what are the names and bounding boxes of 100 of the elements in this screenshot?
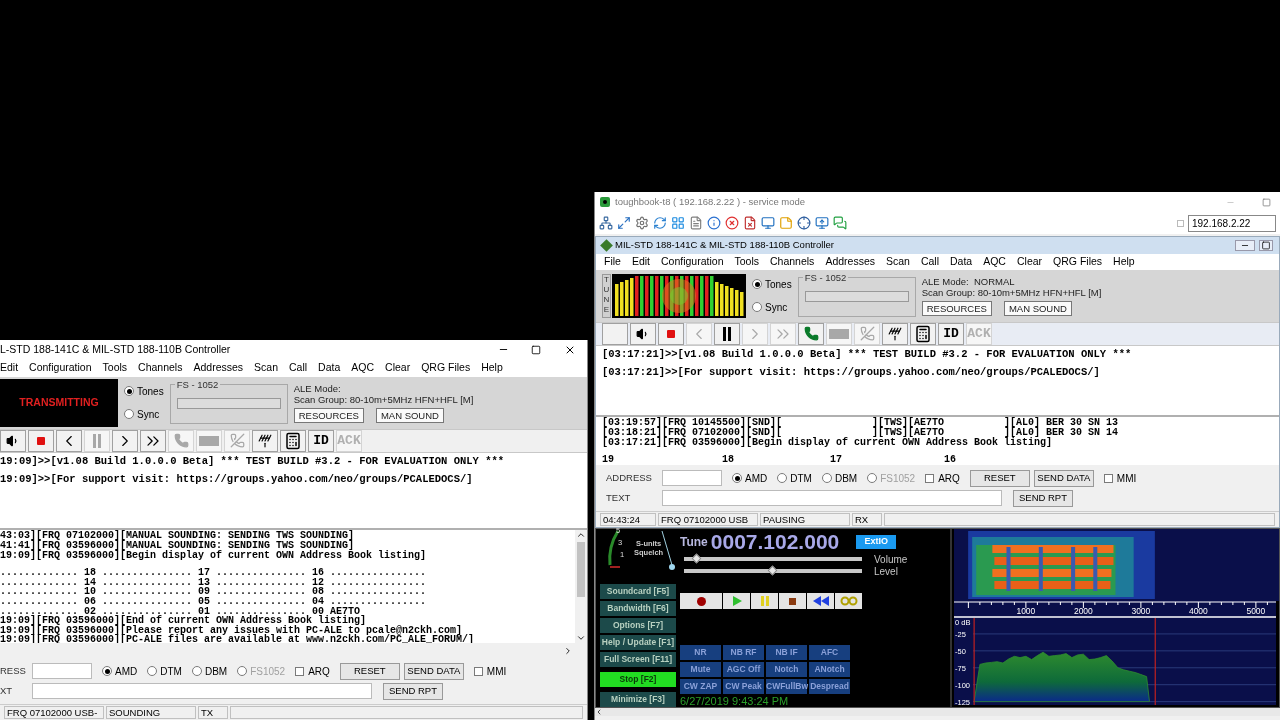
- transport-button[interactable]: [779, 593, 806, 609]
- horizontal-scrollbar[interactable]: [595, 708, 1280, 716]
- scroll-left-icon[interactable]: [595, 708, 603, 716]
- menu-item[interactable]: Help: [481, 360, 503, 376]
- resources-button[interactable]: RESOURCES: [921, 300, 992, 316]
- radio-option[interactable]: DTM: [777, 470, 812, 486]
- dsp-button[interactable]: AGC Off: [723, 662, 764, 677]
- toolbar-button[interactable]: [910, 322, 936, 345]
- send-rpt-button[interactable]: SEND RPT: [383, 682, 443, 700]
- maximize-icon[interactable]: [1259, 240, 1273, 251]
- send-data-button[interactable]: SEND DATA: [1033, 469, 1094, 487]
- vertical-scrollbar[interactable]: [575, 530, 587, 644]
- file-delete-icon[interactable]: [743, 216, 757, 230]
- crosshair-icon[interactable]: [797, 216, 811, 230]
- radio-option[interactable]: DBM: [191, 663, 228, 679]
- checkbox[interactable]: ARQ: [925, 470, 960, 486]
- menu-item[interactable]: Addresses: [825, 254, 875, 270]
- side-button[interactable]: Full Screen [F11]: [600, 652, 676, 667]
- monitor-icon[interactable]: [761, 216, 775, 230]
- toolbar-button[interactable]: ID: [938, 322, 964, 345]
- menu-item[interactable]: Channels: [770, 254, 815, 270]
- checkbox[interactable]: MMI: [473, 663, 507, 679]
- dsp-button[interactable]: NR: [680, 645, 721, 660]
- menu-item[interactable]: Configuration: [661, 254, 724, 270]
- side-button[interactable]: Stop [F2]: [600, 672, 676, 687]
- menu-item[interactable]: Edit: [631, 254, 650, 270]
- toolbar-button[interactable]: [140, 429, 166, 452]
- transport-button[interactable]: [680, 593, 722, 609]
- address-field[interactable]: 192.168.2.22: [1188, 214, 1276, 232]
- menu-item[interactable]: Scan: [254, 360, 278, 376]
- side-button[interactable]: Help / Update [F1]: [600, 635, 676, 650]
- menu-item[interactable]: Configuration: [29, 360, 92, 376]
- side-button[interactable]: Bandwidth [F6]: [600, 601, 676, 616]
- man-sound-button[interactable]: MAN SOUND: [1003, 300, 1072, 316]
- radio-option[interactable]: AMD: [102, 663, 138, 679]
- toolbar-button[interactable]: [882, 322, 908, 345]
- menu-item[interactable]: QRG Files: [1053, 254, 1103, 270]
- toolbar-button[interactable]: [630, 322, 656, 345]
- maximize-icon[interactable]: [531, 344, 541, 355]
- dsp-button[interactable]: AFC: [809, 645, 850, 660]
- dsp-button[interactable]: CW Peak: [723, 679, 764, 694]
- menu-item[interactable]: Help: [1113, 254, 1135, 270]
- reset-button[interactable]: RESET: [339, 662, 400, 680]
- menu-item[interactable]: Addresses: [193, 360, 244, 376]
- chat-icon[interactable]: [833, 216, 847, 230]
- refresh-icon[interactable]: [653, 216, 667, 230]
- toolbar-button[interactable]: [112, 429, 138, 452]
- radio-option[interactable]: Tones: [124, 383, 164, 399]
- dsp-button[interactable]: Despread: [809, 679, 850, 694]
- dsp-button[interactable]: CW ZAP: [680, 679, 721, 694]
- radio-option[interactable]: Tones: [752, 276, 792, 292]
- toolbar-button[interactable]: [252, 429, 278, 452]
- info-icon[interactable]: [707, 216, 721, 230]
- menu-item[interactable]: Call: [920, 254, 939, 270]
- side-button[interactable]: Options [F7]: [600, 618, 676, 633]
- close-circle-icon[interactable]: [725, 216, 739, 230]
- scroll-right-icon[interactable]: [563, 645, 573, 656]
- checkbox[interactable]: ARQ: [295, 663, 330, 679]
- network-icon[interactable]: [599, 216, 613, 230]
- menu-item[interactable]: Clear: [385, 360, 411, 376]
- menu-item[interactable]: Data: [318, 360, 341, 376]
- menu-item[interactable]: Scan: [886, 254, 910, 270]
- radio-option[interactable]: AMD: [732, 470, 768, 486]
- address-field[interactable]: [32, 663, 92, 680]
- menu-item[interactable]: Tools: [734, 254, 759, 270]
- menu-item[interactable]: Call: [289, 360, 308, 376]
- text-field[interactable]: [32, 683, 372, 700]
- transport-button[interactable]: [807, 593, 834, 609]
- slider-thumb[interactable]: [767, 565, 778, 576]
- radio-option[interactable]: Sync: [752, 299, 792, 315]
- menu-item[interactable]: Data: [950, 254, 973, 270]
- toolbar-button[interactable]: [0, 429, 26, 452]
- resources-button[interactable]: RESOURCES: [293, 407, 364, 423]
- send-data-button[interactable]: SEND DATA: [403, 662, 464, 680]
- menu-item[interactable]: QRG Files: [421, 360, 471, 376]
- fullscreen-icon[interactable]: [617, 216, 631, 230]
- windows-grid-icon[interactable]: [671, 216, 685, 230]
- menu-item[interactable]: Channels: [138, 360, 183, 376]
- document-icon[interactable]: [689, 216, 703, 230]
- menu-item[interactable]: Clear: [1016, 254, 1043, 270]
- menu-item[interactable]: AQC: [351, 360, 375, 376]
- toolbar-button[interactable]: [56, 429, 82, 452]
- toolbar-button[interactable]: ID: [308, 429, 334, 452]
- radio-option[interactable]: Sync: [124, 406, 164, 422]
- dsp-button[interactable]: NB RF: [723, 645, 764, 660]
- side-button[interactable]: Minimize [F3]: [600, 692, 676, 707]
- checkbox[interactable]: MMI: [1103, 470, 1137, 486]
- dsp-button[interactable]: Mute: [680, 662, 721, 677]
- radio-option[interactable]: DTM: [147, 663, 182, 679]
- slider-thumb[interactable]: [691, 553, 701, 564]
- minimize-icon[interactable]: [1235, 240, 1255, 251]
- menu-item[interactable]: Edit: [0, 360, 19, 376]
- reset-button[interactable]: RESET: [969, 469, 1030, 487]
- toolbar-button[interactable]: [280, 429, 306, 452]
- dsp-button[interactable]: Notch: [766, 662, 807, 677]
- menu-item[interactable]: File: [604, 254, 621, 270]
- side-button[interactable]: Soundcard [F5]: [600, 584, 676, 599]
- man-sound-button[interactable]: MAN SOUND: [375, 407, 444, 423]
- menu-item[interactable]: Tools: [102, 360, 128, 376]
- text-field[interactable]: [662, 490, 1002, 507]
